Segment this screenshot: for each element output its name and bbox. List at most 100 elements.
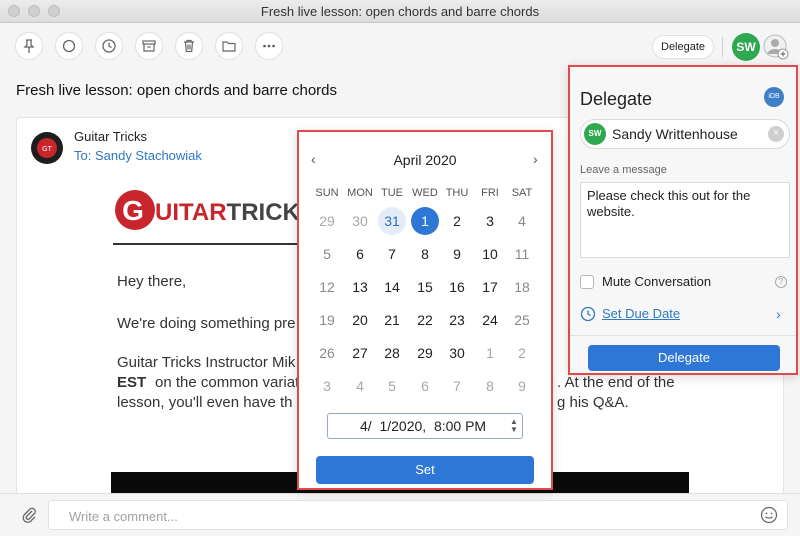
sender-avatar[interactable]: GT [31,132,63,164]
guitar-tricks-logo-icon: GT [37,138,57,158]
clock-icon [580,306,596,322]
weekday-label: FRI [481,187,499,199]
calendar-day[interactable]: 29 [313,207,341,235]
delegate-panel-title: Delegate [580,89,653,109]
sender-name[interactable]: Guitar Tricks [74,129,147,144]
window-titlebar: Fresh live lesson: open chords and barre… [0,0,800,23]
add-participant-icon[interactable] [762,33,790,61]
team-badge: iDB [764,87,784,107]
calendar-day[interactable]: 9 [443,240,471,268]
comment-input[interactable]: Write a comment... [48,500,788,530]
body-paragraph-1: We're doing something pre [117,315,296,332]
calendar-day[interactable]: 25 [508,306,536,334]
mute-conversation-checkbox[interactable] [580,275,594,289]
calendar-day[interactable]: 20 [346,306,374,334]
calendar-day[interactable]: 23 [443,306,471,334]
calendar-day[interactable]: 17 [476,273,504,301]
guitar-tricks-logo: G UITARTRICKS.C [115,190,313,230]
due-date-calendar-popup: ‹ April 2020 › SUN MON TUE WED THU FRI SAT 29 3… [297,130,553,490]
snooze-button[interactable] [95,32,123,60]
calendar-day[interactable]: 1 [476,339,504,367]
calendar-day[interactable]: 30 [443,339,471,367]
pin-button[interactable] [15,32,43,60]
help-icon[interactable]: ? [775,276,787,288]
clear-assignee-icon[interactable]: × [768,126,784,142]
svg-text:UITARTRICKS.C: UITARTRICKS.C [155,199,313,226]
calendar-day[interactable]: 12 [313,273,341,301]
panel-divider [570,335,796,336]
calendar-day[interactable]: 5 [378,372,406,400]
user-avatar[interactable]: SW [732,33,760,61]
mark-read-button[interactable] [55,32,83,60]
delegate-button[interactable]: Delegate [588,345,780,371]
weekday-label: MON [347,187,373,199]
delete-button[interactable] [175,32,203,60]
set-date-button[interactable]: Set [316,456,534,484]
comment-bar: Write a comment... [0,493,800,536]
trash-icon [184,39,194,53]
calendar-day[interactable]: 30 [346,207,374,235]
set-due-date-link[interactable]: Set Due Date [602,306,680,321]
calendar-day[interactable]: 2 [443,207,471,235]
calendar-day[interactable]: 3 [313,372,341,400]
body-greeting: Hey there, [117,273,187,290]
mute-conversation-label[interactable]: Mute Conversation [602,274,711,289]
calendar-day[interactable]: 11 [508,240,536,268]
calendar-day[interactable]: 8 [411,240,439,268]
calendar-day[interactable]: 1 [411,207,439,235]
calendar-day[interactable]: 24 [476,306,504,334]
calendar-day[interactable]: 21 [378,306,406,334]
calendar-day[interactable]: 18 [508,273,536,301]
svg-text:G: G [122,195,144,226]
message-textarea[interactable]: Please check this out for the website. [580,182,790,258]
weekday-label: SUN [315,187,339,199]
archive-button[interactable] [135,32,163,60]
body-paragraph-2-mid: on the common variat [155,374,300,391]
calendar-day[interactable]: 19 [313,306,341,334]
datetime-input[interactable]: 4/ 1/2020, 8:00 PM ▲ ▼ [327,413,523,439]
move-to-folder-button[interactable] [215,32,243,60]
calendar-day[interactable]: 26 [313,339,341,367]
next-month-button[interactable]: › [533,151,538,167]
weekday-label: WED [412,187,438,199]
calendar-day[interactable]: 27 [346,339,374,367]
calendar-day[interactable]: 3 [476,207,504,235]
calendar-day[interactable]: 9 [508,372,536,400]
calendar-day[interactable]: 13 [346,273,374,301]
weekday-label: THU [445,187,469,199]
calendar-day[interactable]: 10 [476,240,504,268]
emoji-icon[interactable] [760,506,778,524]
assignee-field[interactable]: SW Sandy Writtenhouse × [580,119,790,149]
calendar-day[interactable]: 5 [313,240,341,268]
calendar-day[interactable]: 31 [378,207,406,235]
calendar-day[interactable]: 29 [411,339,439,367]
calendar-day[interactable]: 6 [346,240,374,268]
delegate-toolbar-button[interactable]: Delegate [652,35,715,59]
calendar-day[interactable]: 8 [476,372,504,400]
more-options-button[interactable] [255,32,283,60]
calendar-day[interactable]: 28 [378,339,406,367]
calendar-day[interactable]: 16 [443,273,471,301]
calendar-day[interactable]: 4 [346,372,374,400]
weekday-label: SAT [511,187,533,199]
circle-icon [62,39,76,53]
calendar-day[interactable]: 15 [411,273,439,301]
pin-icon [23,39,35,53]
svg-text:GT: GT [42,146,52,153]
conversation-title: Fresh live lesson: open chords and barre… [16,82,338,99]
calendar-day[interactable]: 2 [508,339,536,367]
datetime-stepper[interactable]: ▲ ▼ [510,418,518,434]
body-paragraph-2-end: . At the end of the [557,374,675,391]
window-title: Fresh live lesson: open chords and barre… [260,4,540,19]
recipient-link[interactable]: To: Sandy Stachowiak [74,148,202,163]
calendar-day[interactable]: 7 [378,240,406,268]
calendar-day[interactable]: 14 [378,273,406,301]
paperclip-icon[interactable] [20,506,38,524]
message-label: Leave a message [580,164,667,176]
calendar-day[interactable]: 6 [411,372,439,400]
calendar-day[interactable]: 7 [443,372,471,400]
folder-icon [222,41,236,52]
calendar-day[interactable]: 4 [508,207,536,235]
calendar-day[interactable]: 22 [411,306,439,334]
chevron-right-icon[interactable]: › [776,306,781,322]
